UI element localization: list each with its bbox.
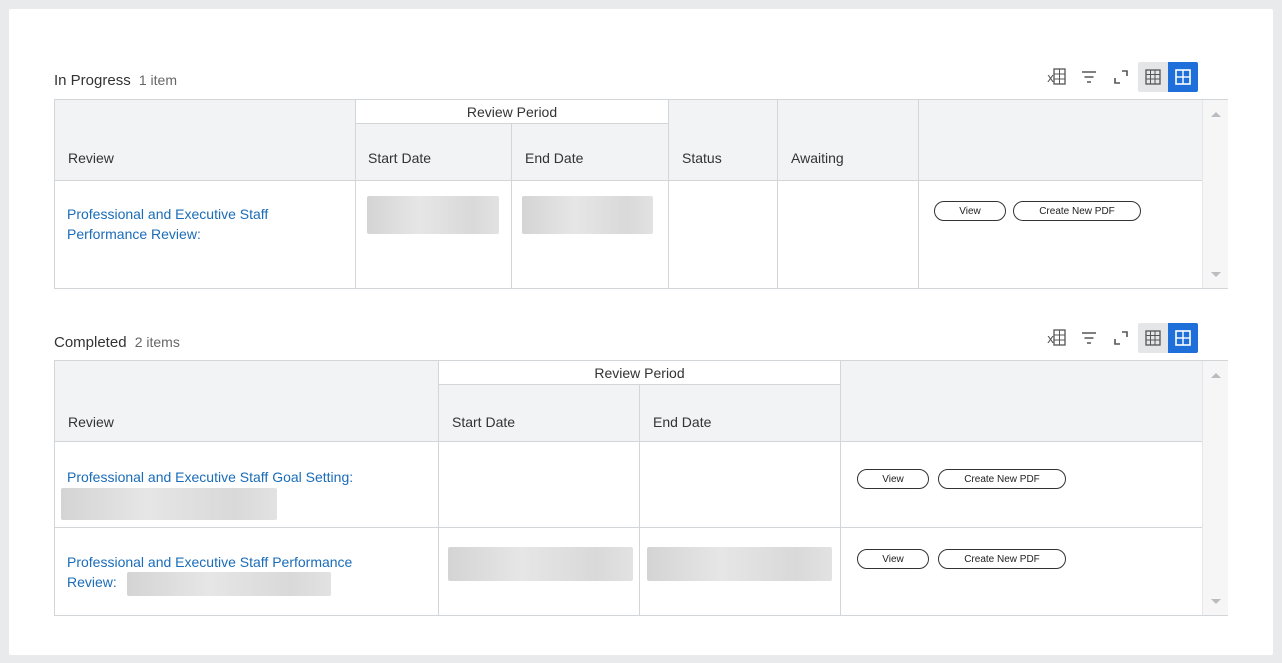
view-button[interactable]: View (857, 469, 929, 489)
fullscreen-icon[interactable] (1106, 62, 1136, 92)
column-header-start-date[interactable]: Start Date (452, 414, 515, 430)
redacted-review-name (61, 488, 277, 520)
completed-heading: Completed 2 items (54, 334, 180, 351)
scroll-down-icon[interactable] (1211, 272, 1221, 277)
review-link-line2[interactable]: Review: (67, 572, 117, 592)
create-pdf-button[interactable]: Create New PDF (938, 469, 1066, 489)
review-period-group-header: Review Period (356, 100, 669, 124)
svg-text:x: x (1047, 332, 1054, 346)
completed-toolbar: x (1040, 323, 1198, 353)
export-excel-icon[interactable]: x (1042, 62, 1072, 92)
view-button[interactable]: View (934, 201, 1006, 221)
create-pdf-button[interactable]: Create New PDF (938, 549, 1066, 569)
scroll-up-icon[interactable] (1211, 112, 1221, 117)
grid-view-icon[interactable] (1168, 323, 1198, 353)
export-excel-icon[interactable]: x (1042, 323, 1072, 353)
vertical-scrollbar[interactable] (1202, 361, 1228, 615)
in-progress-heading: In Progress 1 item (54, 72, 177, 89)
table-view-icon[interactable] (1138, 62, 1168, 92)
in-progress-toolbar: x (1040, 62, 1198, 92)
review-link[interactable]: Professional and Executive Staff Perform… (67, 552, 352, 572)
column-header-start-date[interactable]: Start Date (368, 150, 431, 166)
filter-icon[interactable] (1074, 323, 1104, 353)
scroll-up-icon[interactable] (1211, 373, 1221, 378)
redacted-start-date (448, 547, 633, 581)
redacted-end-date (647, 547, 832, 581)
review-link-line2[interactable]: Performance Review: (67, 224, 201, 244)
column-header-end-date[interactable]: End Date (525, 150, 583, 166)
section-title: In Progress (54, 72, 131, 89)
review-link[interactable]: Professional and Executive Staff (67, 204, 268, 224)
vertical-scrollbar[interactable] (1202, 100, 1228, 288)
create-pdf-button[interactable]: Create New PDF (1013, 201, 1141, 221)
view-button[interactable]: View (857, 549, 929, 569)
completed-grid: Review Period Review Start Date End Date… (54, 360, 1228, 616)
filter-icon[interactable] (1074, 62, 1104, 92)
column-header-review[interactable]: Review (68, 414, 114, 430)
grid-view-icon[interactable] (1168, 62, 1198, 92)
review-period-group-header: Review Period (439, 361, 841, 385)
fullscreen-icon[interactable] (1106, 323, 1136, 353)
section-title: Completed (54, 334, 127, 351)
in-progress-grid: Review Period Review Start Date End Date… (54, 99, 1228, 289)
svg-text:x: x (1047, 71, 1054, 85)
review-link[interactable]: Professional and Executive Staff Goal Se… (67, 467, 353, 487)
column-header-status[interactable]: Status (682, 150, 722, 166)
column-header-end-date[interactable]: End Date (653, 414, 711, 430)
column-header-awaiting[interactable]: Awaiting (791, 150, 844, 166)
table-view-icon[interactable] (1138, 323, 1168, 353)
item-count: 1 item (138, 72, 177, 88)
redacted-review-name (127, 572, 331, 596)
column-header-review[interactable]: Review (68, 150, 114, 166)
scroll-down-icon[interactable] (1211, 599, 1221, 604)
redacted-start-date (367, 196, 499, 234)
redacted-end-date (522, 196, 653, 234)
item-count: 2 items (134, 334, 180, 350)
